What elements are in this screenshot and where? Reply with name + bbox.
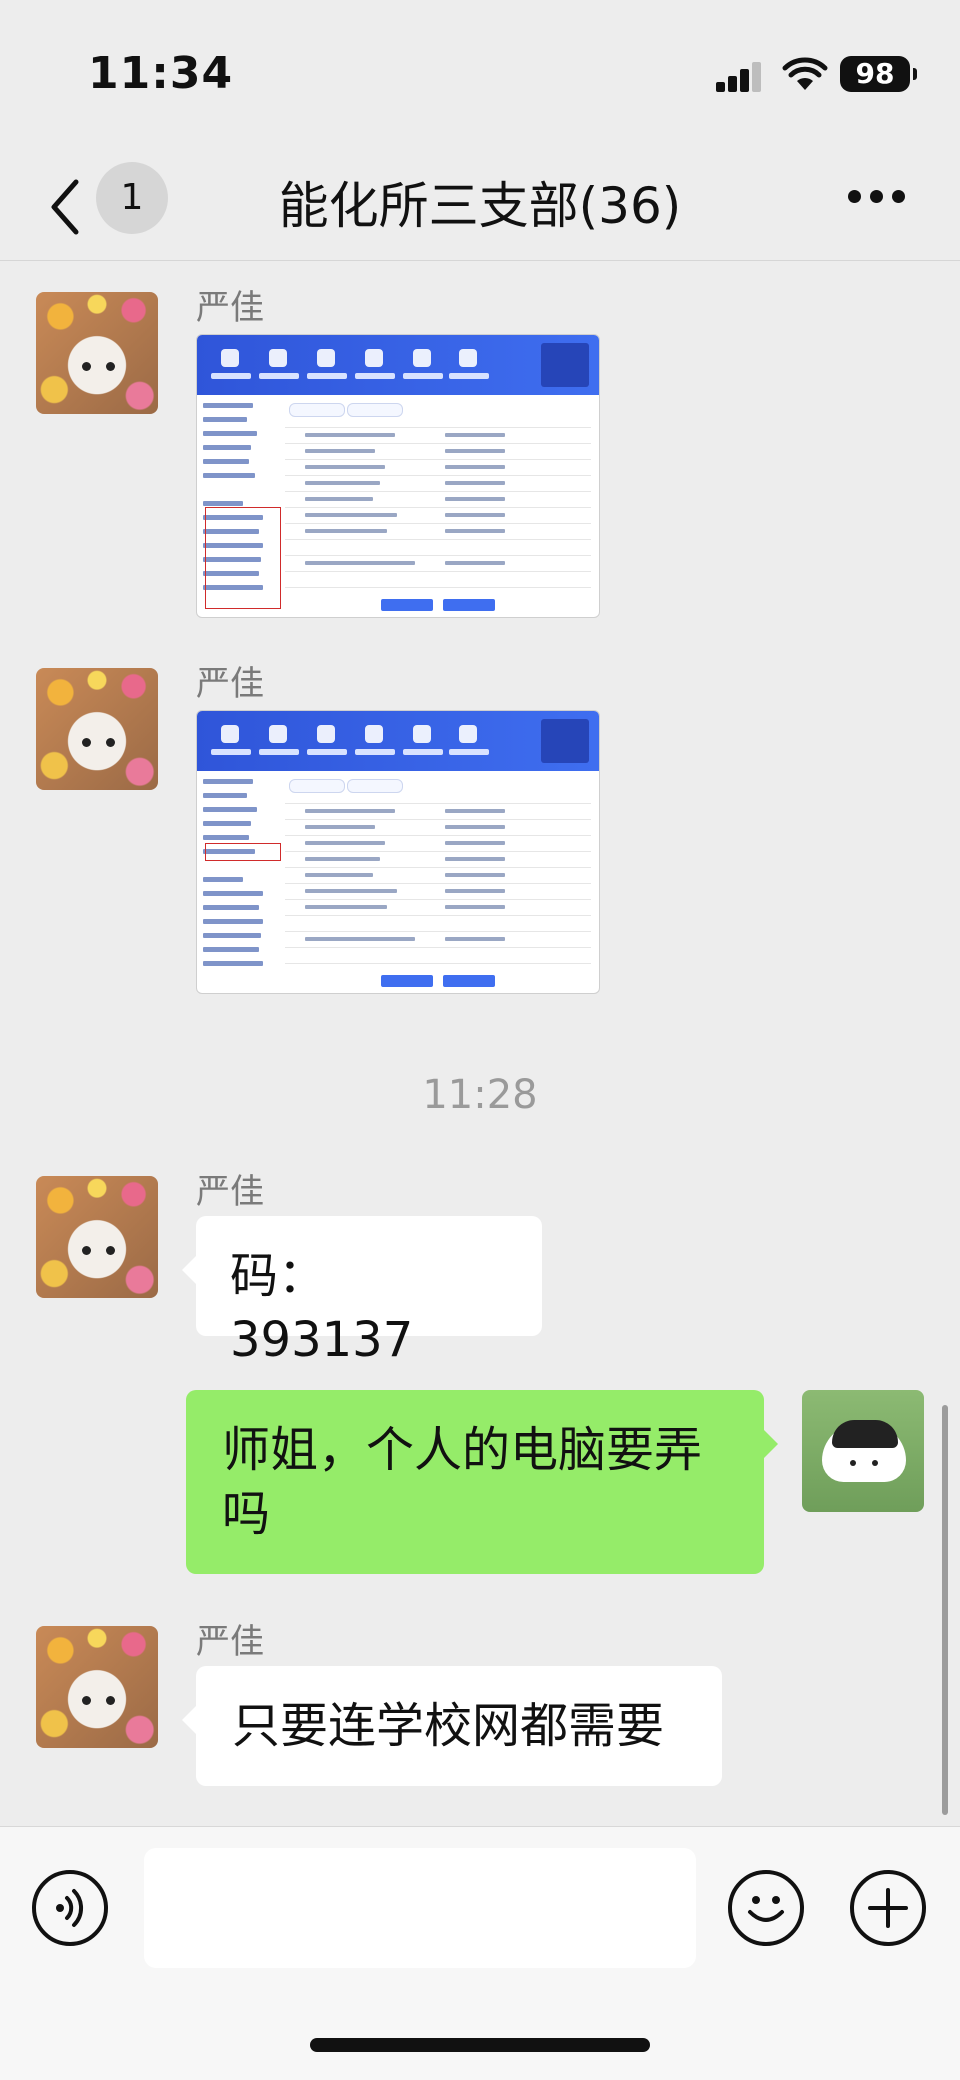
emoji-icon[interactable] (728, 1870, 804, 1946)
cellular-signal-icon (716, 62, 762, 92)
more-dots-icon[interactable] (848, 190, 906, 204)
message-bubble[interactable]: 只要连学校网都需要 (182, 1666, 722, 1786)
status-bar: 11:34 98 (0, 0, 960, 150)
scrollbar[interactable] (942, 1405, 948, 1815)
chat-title: 能化所三支部(36) (278, 177, 682, 235)
screenshot-image-message[interactable] (196, 710, 600, 994)
avatar[interactable] (36, 668, 158, 790)
wifi-icon (782, 57, 828, 90)
message-input[interactable] (144, 1848, 696, 1968)
message-timestamp: 11:28 (422, 1072, 538, 1118)
plus-icon[interactable] (850, 1870, 926, 1946)
avatar[interactable] (36, 292, 158, 414)
message-bubble-sent[interactable]: 师姐，个人的电脑要弄吗 (186, 1390, 778, 1574)
sender-name: 严佳 (196, 1622, 264, 1662)
status-time: 11:34 (88, 48, 234, 99)
avatar[interactable] (802, 1390, 924, 1512)
battery-indicator: 98 (840, 56, 917, 92)
home-indicator[interactable] (310, 2038, 650, 2052)
sender-name: 严佳 (196, 288, 264, 328)
screenshot-image-message[interactable] (196, 334, 600, 618)
voice-icon[interactable] (32, 1870, 108, 1946)
avatar[interactable] (36, 1176, 158, 1298)
sender-name: 严佳 (196, 1172, 264, 1212)
message-bubble[interactable]: 码：393137 (182, 1216, 542, 1368)
avatar[interactable] (36, 1626, 158, 1748)
sender-name: 严佳 (196, 664, 264, 704)
